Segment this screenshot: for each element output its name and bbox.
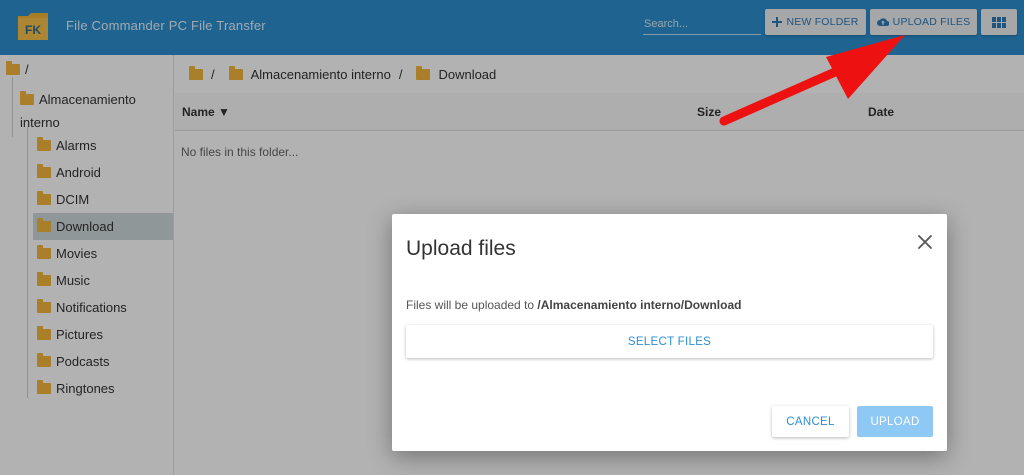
upload-files-dialog: Upload files Files will be uploaded to /… xyxy=(392,214,947,451)
upload-destination-prefix: Files will be uploaded to xyxy=(406,298,538,312)
upload-destination-text: Files will be uploaded to /Almacenamient… xyxy=(406,298,741,312)
close-icon[interactable] xyxy=(914,231,936,253)
cancel-button[interactable]: CANCEL xyxy=(772,406,849,437)
dialog-title: Upload files xyxy=(406,237,516,260)
select-files-button[interactable]: SELECT FILES xyxy=(406,325,933,358)
upload-button[interactable]: UPLOAD xyxy=(857,406,933,437)
upload-destination-path: /Almacenamiento interno/Download xyxy=(537,298,742,312)
